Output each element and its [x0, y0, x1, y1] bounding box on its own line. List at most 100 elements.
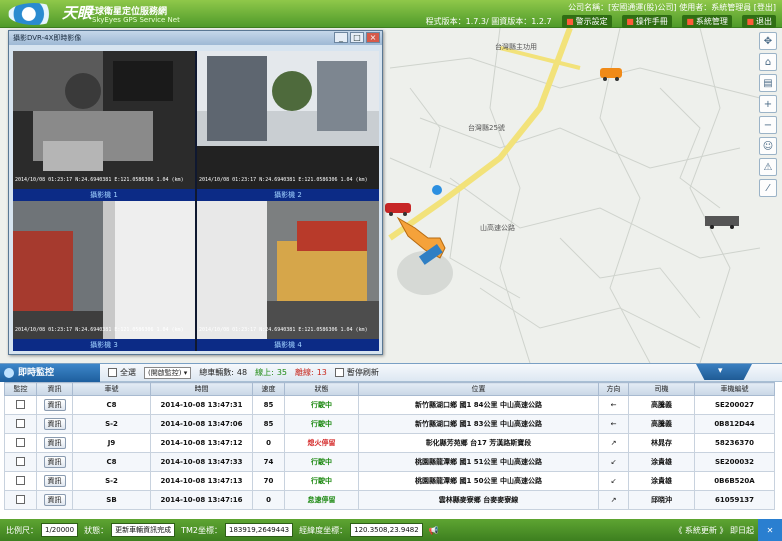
camera-3[interactable]: 2014/10/08 01:23:17 N:24.6940381 E:121.0…	[13, 201, 195, 351]
row-checkbox[interactable]	[16, 437, 25, 447]
cell-location: 雲林縣麥寮鄉 台麥麥寮線	[358, 490, 599, 510]
minimize-button[interactable]: _	[334, 32, 348, 43]
alarm-settings-button[interactable]: ■ 警示設定	[562, 15, 612, 28]
camera-4[interactable]: 2014/10/08 01:23:17 N:24.6940381 E:121.0…	[197, 201, 379, 351]
offline-count: 離線: 13	[295, 368, 327, 377]
truck-orange-icon[interactable]	[600, 68, 622, 81]
ruler-icon[interactable]: ⁄	[759, 179, 777, 197]
info-button[interactable]: 資訊	[43, 475, 66, 487]
skyeyes-logo-icon	[8, 3, 60, 25]
home-icon[interactable]: ⌂	[759, 53, 777, 71]
logout-link[interactable]: [登出]	[754, 3, 776, 12]
col-direction: 方向	[598, 382, 629, 396]
info-button[interactable]: 資訊	[43, 456, 66, 468]
db-version: / 圖資版本：1.2.7	[485, 17, 552, 26]
pause-refresh-checkbox[interactable]	[334, 368, 344, 377]
maximize-button[interactable]: □	[350, 32, 364, 43]
program-version: 程式版本：1.7.3	[425, 17, 486, 26]
cell-speed: 85	[252, 414, 285, 434]
cell-plate: J9	[72, 433, 151, 453]
realtime-monitor-panel: 即時監控 全選 (開啟監控) ▾ 總車輛數: 48 線上: 35 離線: 13 暫停刷…	[0, 363, 782, 519]
collapse-panel-button[interactable]: ▾	[696, 364, 752, 380]
system-update-marquee[interactable]: 《 系統更新 》 即日起	[674, 525, 754, 536]
camera-1-caption: 攝影機 1	[13, 189, 195, 201]
cell-time: 2014-10-08 13:47:31	[150, 395, 253, 415]
exit-button[interactable]: ■ 退出	[742, 15, 776, 28]
cell-time: 2014-10-08 13:47:16	[150, 490, 253, 510]
user-label: 使用者：	[679, 3, 712, 12]
cell-location: 彰化縣芳苑鄉 台17 芳漢路斯寶段	[358, 433, 599, 453]
cell-speed: 0	[252, 433, 285, 453]
cell-time: 2014-10-08 13:47:13	[150, 471, 253, 491]
row-checkbox[interactable]	[16, 418, 25, 428]
truck-red-icon[interactable]	[385, 203, 411, 216]
lonlat-field: 120.3508,23.9482	[350, 523, 423, 537]
info-button[interactable]: 資訊	[43, 494, 66, 506]
cell-speed: 0	[252, 490, 285, 510]
cell-control: 資訊	[36, 414, 73, 434]
cell-speed: 74	[252, 452, 285, 472]
select-all[interactable]: 全選	[108, 367, 136, 378]
cell-control	[4, 490, 37, 510]
col-plate: 車號	[72, 382, 151, 396]
exit-icon: ■	[746, 17, 754, 26]
zoom-in-icon[interactable]: +	[759, 95, 777, 113]
cell-status: 行駛中	[284, 452, 359, 472]
map-toolbar: ✥ ⌂ ▤ + − ☺ ⚠ ⁄	[759, 32, 779, 200]
pause-refresh[interactable]: 暫停刷新	[334, 367, 379, 378]
table-row[interactable]: 資訊 C8 2014-10-08 13:47:31 85 行駛中 新竹縣湖口鄉 國1 84…	[4, 395, 775, 415]
info-button[interactable]: 資訊	[43, 399, 66, 411]
camera-1[interactable]: 2014/10/08 01:23:17 N:24.6940381 E:121.0…	[13, 51, 195, 201]
cell-direction: ↗	[598, 433, 629, 453]
truck-gray-icon[interactable]	[705, 216, 739, 229]
camera-2[interactable]: 2014/10/08 01:23:17 N:24.6940381 E:121.0…	[197, 51, 379, 201]
camera-4-feed	[197, 201, 379, 339]
row-checkbox[interactable]	[16, 456, 25, 466]
cell-direction: ↗	[598, 490, 629, 510]
close-button[interactable]: ×	[366, 32, 380, 43]
cell-control: 資訊	[36, 433, 73, 453]
table-row[interactable]: 資訊 C8 2014-10-08 13:47:33 74 行駛中 桃園縣龍潭鄉 國1 51…	[4, 452, 775, 472]
cell-device: SE200032	[694, 452, 775, 472]
warning-icon[interactable]: ⚠	[759, 158, 777, 176]
cell-direction: ↙	[598, 452, 629, 472]
info-button[interactable]: 資訊	[43, 418, 66, 430]
col-device: 車機編號	[694, 382, 775, 396]
cell-driver: 林晁存	[628, 433, 695, 453]
col-speed: 速度	[252, 382, 285, 396]
pan-icon[interactable]: ✥	[759, 32, 777, 50]
cell-plate: SB	[72, 490, 151, 510]
camera-3-feed	[13, 201, 195, 339]
row-checkbox[interactable]	[16, 399, 25, 409]
video-window[interactable]: 攝影DVR-4X即時影像 _ □ × 2014/10/08 01:23:17 N…	[8, 30, 383, 355]
tools-icon[interactable]: ✕	[758, 519, 782, 541]
layer-icon[interactable]: ▤	[759, 74, 777, 92]
cell-speed: 85	[252, 395, 285, 415]
cell-control	[4, 414, 37, 434]
table-row[interactable]: 資訊 S-2 2014-10-08 13:47:13 70 行駛中 桃園縣龍潭鄉 國1 5…	[4, 471, 775, 491]
col-info: 資訊	[36, 382, 73, 396]
speaker-icon[interactable]: 📢	[429, 526, 439, 535]
camera-4-caption: 攝影機 4	[197, 339, 379, 351]
table-row[interactable]: 資訊 S-2 2014-10-08 13:47:06 85 行駛中 新竹縣湖口鄉 國1 8…	[4, 414, 775, 434]
cell-control	[4, 395, 37, 415]
col-location: 位置	[358, 382, 599, 396]
table-row[interactable]: 資訊 SB 2014-10-08 13:47:16 0 怠速停留 雲林縣麥寮鄉 台麥麥寮線…	[4, 490, 775, 510]
col-driver: 司機	[628, 382, 695, 396]
monitor-filter-select[interactable]: (開啟監控) ▾	[144, 366, 192, 379]
info-button[interactable]: 資訊	[43, 437, 66, 449]
cell-plate: S-2	[72, 414, 151, 434]
row-checkbox[interactable]	[16, 494, 25, 504]
system-admin-button[interactable]: ■ 系統管理	[682, 15, 732, 28]
cell-device: 58236370	[694, 433, 775, 453]
row-checkbox[interactable]	[16, 475, 25, 485]
select-all-checkbox[interactable]	[108, 368, 117, 377]
table-row[interactable]: 資訊 J9 2014-10-08 13:47:12 0 熄火停留 彰化縣芳苑鄉 台17 芳…	[4, 433, 775, 453]
person-icon[interactable]: ☺	[759, 137, 777, 155]
manual-button[interactable]: ■ 操作手冊	[622, 15, 672, 28]
cell-device: 61059137	[694, 490, 775, 510]
scale-field[interactable]: 1/20000	[41, 523, 79, 537]
zoom-out-icon[interactable]: −	[759, 116, 777, 134]
camera-1-timestamp: 2014/10/08 01:23:17 N:24.6940381 E:121.0…	[15, 177, 184, 183]
col-monitor: 監控	[4, 382, 37, 396]
